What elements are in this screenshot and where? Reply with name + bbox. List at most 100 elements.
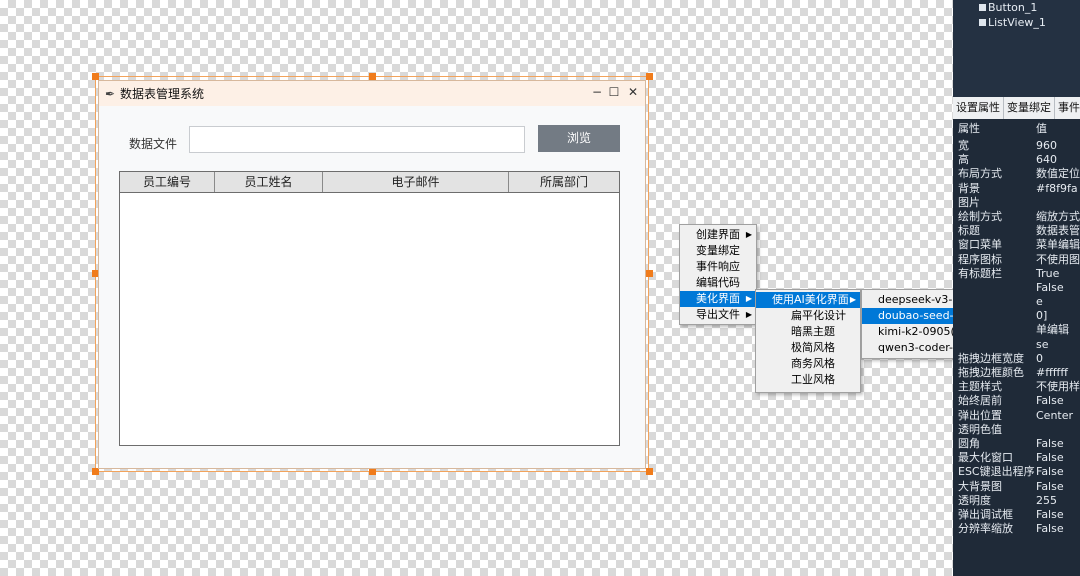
property-value[interactable]: 640 [1036,153,1057,167]
menu-item-label: 极简风格 [791,341,835,354]
property-row[interactable]: ESC键退出程序 False [953,465,1080,479]
menu-item-beautify-ui[interactable]: 美化界面 ▶ [680,291,756,307]
menu-item-event-response[interactable]: 事件响应 [680,259,756,275]
title-bar[interactable]: ✒ 数据表管理系统 − ☐ ✕ [99,81,645,106]
property-value[interactable]: 不使用样式 [1036,380,1080,394]
property-value[interactable]: True [1036,267,1059,281]
property-row[interactable]: 宽 960 [953,139,1080,153]
property-value[interactable]: 0 [1036,352,1043,366]
property-row[interactable]: 高 640 [953,153,1080,167]
property-row[interactable]: 透明色值 [953,423,1080,437]
property-value[interactable]: e [1036,295,1043,309]
property-row[interactable]: 弹出调试框 False [953,508,1080,522]
property-row[interactable]: 程序图标 不使用图标 [953,253,1080,267]
minimize-icon[interactable]: − [589,85,605,99]
menu-item-create-ui[interactable]: 创建界面 ▶ [680,227,756,243]
property-row[interactable]: False [953,281,1080,295]
property-row[interactable]: 弹出位置 Center [953,409,1080,423]
property-value[interactable]: False [1036,437,1064,451]
property-row[interactable]: 最大化窗口 False [953,451,1080,465]
submenu-arrow-icon: ▶ [745,310,752,319]
menu-item-label: 美化界面 [696,292,740,305]
menu-item-label: 暗黑主题 [791,325,835,338]
tab-events[interactable]: 事件 [1055,97,1080,119]
property-value[interactable]: Center [1036,409,1073,423]
menu-item-flat-design[interactable]: 扁平化设计 [756,308,860,324]
property-row[interactable]: 0] [953,309,1080,323]
property-value[interactable]: False [1036,480,1064,494]
property-value[interactable]: False [1036,465,1064,479]
tab-variable-binding[interactable]: 变量绑定 [1004,97,1055,119]
property-value[interactable]: 单编辑 [1036,323,1069,337]
resize-handle-right[interactable] [646,270,653,277]
property-row[interactable]: 布局方式 数值定位 [953,167,1080,181]
menu-item-business-style[interactable]: 商务风格 [756,356,860,372]
property-row[interactable]: 分辨率缩放 False [953,522,1080,536]
column-header-department[interactable]: 所属部门 [509,172,619,192]
property-row[interactable]: 透明度 255 [953,494,1080,508]
resize-handle-top-right[interactable] [646,73,653,80]
property-value[interactable]: 不使用图标 [1036,253,1080,267]
menu-item-export-file[interactable]: 导出文件 ▶ [680,307,756,323]
property-row[interactable]: 拖拽边框颜色 #ffffff [953,366,1080,380]
property-name: 分辨率缩放 [958,522,1013,536]
property-row[interactable]: 大背景图 False [953,480,1080,494]
data-file-input[interactable] [189,126,525,153]
app-window-preview[interactable]: ✒ 数据表管理系统 − ☐ ✕ 数据文件 浏览 员工编号 员工姓名 电子邮件 所… [98,80,646,469]
property-row[interactable]: 窗口菜单 菜单编辑 [953,238,1080,252]
property-value[interactable]: 255 [1036,494,1057,508]
property-row[interactable]: 拖拽边框宽度 0 [953,352,1080,366]
menu-item-industrial-style[interactable]: 工业风格 [756,372,860,388]
property-value[interactable]: False [1036,451,1064,465]
property-value[interactable]: False [1036,394,1064,408]
property-row[interactable]: 标题 数据表管理 [953,224,1080,238]
property-value[interactable]: #ffffff [1036,366,1068,380]
resize-handle-top-left[interactable] [92,73,99,80]
property-value[interactable]: 数值定位 [1036,167,1080,181]
property-row[interactable]: 图片 [953,196,1080,210]
property-row[interactable]: 有标题栏 True [953,267,1080,281]
property-value[interactable]: 数据表管理 [1036,224,1080,238]
maximize-icon[interactable]: ☐ [606,85,622,99]
menu-item-label: 事件响应 [696,260,740,273]
property-value[interactable]: False [1036,522,1064,536]
menu-item-ai-beautify[interactable]: 使用AI美化界面 ▶ [756,292,860,308]
property-value[interactable]: se [1036,338,1049,352]
menu-item-dark-theme[interactable]: 暗黑主题 [756,324,860,340]
property-row[interactable]: 主题样式 不使用样式 [953,380,1080,394]
property-value[interactable]: False [1036,508,1064,522]
property-value[interactable]: 960 [1036,139,1057,153]
property-value[interactable]: 菜单编辑 [1036,238,1080,252]
menu-item-edit-code[interactable]: 编辑代码 [680,275,756,291]
property-name: 透明色值 [958,422,1002,436]
property-row[interactable]: 单编辑 [953,323,1080,337]
property-value[interactable]: False [1036,281,1064,295]
menu-item-variable-binding[interactable]: 变量绑定 [680,243,756,259]
property-value[interactable]: #f8f9fa [1036,182,1078,196]
close-icon[interactable]: ✕ [625,85,641,99]
property-row[interactable]: 绘制方式 缩放方式 [953,210,1080,224]
resize-handle-bottom[interactable] [369,468,376,475]
property-name: 圆角 [958,436,980,450]
context-menu: 创建界面 ▶ 变量绑定 事件响应 编辑代码 美化界面 ▶ 导出文件 ▶ [679,224,757,325]
menu-item-minimal-style[interactable]: 极简风格 [756,340,860,356]
property-name: 背景 [958,181,980,195]
resize-handle-bottom-right[interactable] [646,468,653,475]
column-header-email[interactable]: 电子邮件 [323,172,509,192]
tree-item-listview-1[interactable]: ListView_1 [979,16,1046,29]
browse-button[interactable]: 浏览 [538,125,620,152]
property-value[interactable]: 缩放方式 [1036,210,1080,224]
property-value[interactable]: 0] [1036,309,1047,323]
property-row[interactable]: se [953,338,1080,352]
tab-properties[interactable]: 设置属性 [953,97,1004,119]
employee-list-view[interactable]: 员工编号 员工姓名 电子邮件 所属部门 [119,171,620,446]
resize-handle-top[interactable] [369,73,376,80]
tree-item-button-1[interactable]: Button_1 [979,1,1037,14]
resize-handle-bottom-left[interactable] [92,468,99,475]
property-row[interactable]: 始终居前 False [953,394,1080,408]
property-row[interactable]: 圆角 False [953,437,1080,451]
property-row[interactable]: 背景 #f8f9fa [953,182,1080,196]
column-header-employee-id[interactable]: 员工编号 [120,172,215,192]
column-header-employee-name[interactable]: 员工姓名 [215,172,323,192]
property-row[interactable]: e [953,295,1080,309]
